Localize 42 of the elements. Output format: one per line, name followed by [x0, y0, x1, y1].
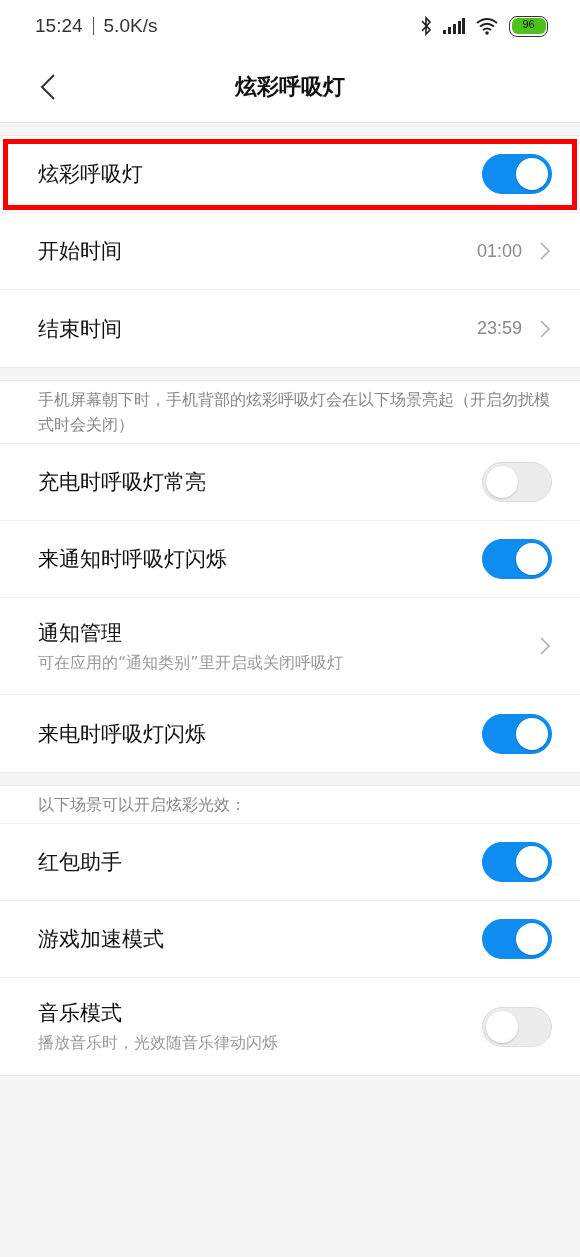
- back-icon[interactable]: [40, 74, 56, 100]
- bluetooth-icon: [419, 16, 433, 36]
- setting-label: 通知管理: [38, 619, 123, 647]
- highlighted-row[interactable]: 炫彩呼吸灯: [0, 136, 580, 213]
- setting-label: 充电时呼吸灯常亮: [38, 469, 207, 496]
- setting-label: 音乐模式: [38, 1000, 123, 1027]
- chevron-icon: [540, 242, 550, 260]
- page-title: 炫彩呼吸灯: [235, 73, 345, 101]
- setting-value: 23:59: [476, 318, 522, 339]
- toggle-switch[interactable]: [482, 154, 552, 194]
- setting-row[interactable]: 来电时呼吸灯闪烁: [0, 695, 580, 772]
- setting-label: 来通知时呼吸灯闪烁: [38, 546, 228, 573]
- setting-row[interactable]: 游戏加速模式: [0, 901, 580, 978]
- setting-description: 播放音乐时，光效随音乐律动闪烁: [38, 1033, 279, 1054]
- battery-icon: 96: [509, 15, 548, 37]
- setting-value: 01:00: [476, 240, 522, 262]
- chevron-icon: [540, 319, 550, 338]
- toggle-switch[interactable]: [482, 713, 552, 754]
- setting-description: 可在应用的“通知类别”里开启或关闭呼吸灯: [38, 652, 344, 674]
- toggle-switch[interactable]: [482, 919, 552, 959]
- network-speed: 5.0K/s: [103, 15, 158, 37]
- status-time: 15:24: [35, 15, 83, 37]
- setting-label: 炫彩呼吸灯: [38, 161, 144, 188]
- setting-label: 结束时间: [38, 315, 123, 343]
- setting-row[interactable]: 结束时间 23:59: [0, 290, 580, 367]
- wifi-icon: [475, 17, 499, 35]
- chevron-icon: [540, 637, 550, 655]
- setting-label: 来电时呼吸灯闪烁: [38, 720, 207, 748]
- setting-row[interactable]: 充电时呼吸灯常亮: [0, 444, 580, 521]
- signal-icon: [443, 18, 465, 34]
- section-note: 以下场景可以开启炫彩光效：: [0, 786, 580, 824]
- toggle-switch[interactable]: [482, 539, 552, 579]
- setting-label: 游戏加速模式: [38, 926, 165, 953]
- setting-row[interactable]: 通知管理 可在应用的“通知类别”里开启或关闭呼吸灯: [0, 598, 580, 695]
- setting-row[interactable]: 来通知时呼吸灯闪烁: [0, 521, 580, 598]
- setting-label: 开始时间: [38, 238, 123, 265]
- setting-label: 红包助手: [38, 849, 123, 876]
- setting-row[interactable]: 音乐模式 播放音乐时，光效随音乐律动闪烁: [0, 978, 580, 1075]
- setting-row[interactable]: 开始时间 01:00: [0, 213, 580, 290]
- section-note: 手机屏幕朝下时，手机背部的炫彩呼吸灯会在以下场景亮起（开启勿扰模式时会关闭）: [0, 381, 580, 444]
- setting-row[interactable]: 红包助手: [0, 824, 580, 901]
- toggle-switch[interactable]: [482, 842, 552, 882]
